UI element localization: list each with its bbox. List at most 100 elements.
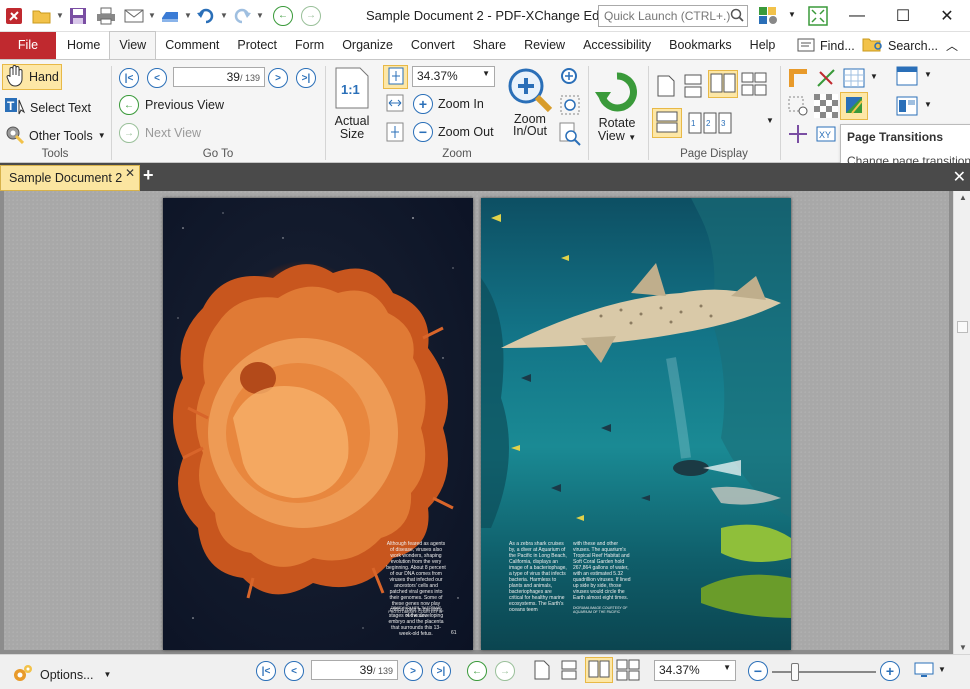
status-zoom-out-button[interactable]: −	[748, 661, 768, 681]
split-view-button[interactable]	[652, 108, 682, 138]
tab-review[interactable]: Review	[515, 32, 574, 59]
chevron-down-icon[interactable]: ▼	[256, 11, 264, 20]
tab-convert[interactable]: Convert	[402, 32, 464, 59]
marquee-zoom-button[interactable]	[559, 94, 581, 119]
page-layout-small-1[interactable]: 1 2 3	[688, 112, 732, 137]
maximize-button[interactable]: ☐	[880, 0, 926, 32]
crosshair-button[interactable]	[788, 124, 808, 147]
other-tools-button[interactable]: Other Tools ▼	[4, 124, 106, 147]
last-page-button[interactable]: >|	[296, 68, 316, 88]
status-zoom-in-button[interactable]: +	[880, 661, 900, 681]
scrollbar-thumb[interactable]	[957, 321, 968, 333]
single-page-button[interactable]	[534, 660, 550, 683]
guides-button[interactable]	[788, 96, 808, 119]
chevron-down-icon[interactable]: ▼	[148, 11, 156, 20]
zoom-in-button[interactable]: + Zoom In	[413, 94, 484, 114]
new-tab-icon[interactable]: +	[143, 165, 154, 186]
tab-comment[interactable]: Comment	[156, 32, 228, 59]
chevron-down-icon[interactable]: ▼	[924, 70, 932, 79]
pdf-page-right[interactable]: As a zebra shark cruises by, a diver at …	[481, 198, 791, 650]
coordinates-button[interactable]: XY	[816, 124, 836, 147]
chevron-down-icon[interactable]: ▼	[220, 11, 228, 20]
select-text-button[interactable]: T Select Text	[4, 96, 91, 119]
previous-page-button[interactable]: <	[284, 661, 304, 681]
find-button[interactable]: Find...	[796, 32, 855, 59]
toolbars-button[interactable]	[896, 96, 918, 119]
next-page-button[interactable]: >	[403, 661, 423, 681]
measure-button[interactable]	[816, 68, 836, 91]
actual-size-button[interactable]: 1:1 Actual Size	[334, 66, 370, 141]
tab-view[interactable]: View	[109, 31, 157, 59]
document-view[interactable]: Although feared as agents of disease, vi…	[0, 191, 953, 654]
collapse-ribbon-icon[interactable]: ︿	[946, 32, 958, 59]
tab-protect[interactable]: Protect	[228, 32, 286, 59]
continuous-page-button[interactable]	[560, 660, 578, 683]
search-button[interactable]: Search...	[862, 32, 938, 59]
rulers-button[interactable]	[788, 68, 808, 91]
save-icon[interactable]	[67, 5, 89, 27]
previous-view-button[interactable]: ← Previous View	[119, 95, 224, 115]
forward-arrow-icon[interactable]: →	[300, 5, 322, 27]
zoom-in-out-button[interactable]: Zoom In/Out	[506, 66, 554, 137]
view-mode-button[interactable]	[914, 662, 934, 681]
first-page-button[interactable]: |<	[119, 68, 139, 88]
next-view-button[interactable]: →	[495, 661, 515, 681]
undo-icon[interactable]	[195, 5, 217, 27]
next-view-button[interactable]: → Next View	[119, 123, 201, 143]
last-page-button[interactable]: >|	[431, 661, 451, 681]
tab-file[interactable]: File	[0, 32, 56, 59]
options-button[interactable]: Options... ▼	[12, 663, 111, 686]
continuous-facing-button[interactable]	[616, 659, 640, 684]
zoom-slider-knob[interactable]	[791, 663, 800, 681]
close-button[interactable]: ✕	[924, 0, 970, 32]
fullscreen-icon[interactable]	[808, 6, 828, 29]
first-page-button[interactable]: |<	[256, 661, 276, 681]
single-page-button[interactable]	[656, 74, 676, 101]
facing-page-button[interactable]	[585, 657, 613, 683]
rotate-view-button[interactable]: Rotate View ▼	[594, 70, 640, 144]
back-arrow-icon[interactable]: ←	[272, 5, 294, 27]
chevron-down-icon[interactable]: ▼	[938, 665, 946, 674]
transparency-grid-button[interactable]	[814, 94, 838, 121]
continuous-page-button[interactable]	[682, 74, 704, 101]
fit-page-button[interactable]	[383, 65, 408, 89]
document-tab[interactable]: Sample Document 2 ✕	[0, 165, 140, 191]
hand-tool-button[interactable]: Hand	[2, 64, 62, 90]
tab-share[interactable]: Share	[464, 32, 515, 59]
page-number-input[interactable]: 39/ 139	[173, 67, 265, 87]
redo-icon[interactable]	[231, 5, 253, 27]
chevron-down-icon[interactable]: ▼	[788, 10, 796, 19]
tab-organize[interactable]: Organize	[333, 32, 402, 59]
dynamic-zoom-button[interactable]	[559, 66, 581, 91]
chevron-down-icon[interactable]: ▼	[766, 116, 774, 125]
chevron-down-icon[interactable]: ▼	[184, 11, 192, 20]
previous-view-button[interactable]: ←	[467, 661, 487, 681]
print-icon[interactable]	[95, 5, 117, 27]
tab-accessibility[interactable]: Accessibility	[574, 32, 660, 59]
zoom-slider[interactable]	[772, 663, 876, 681]
scroll-down-icon[interactable]: ▼	[959, 643, 967, 652]
status-page-number-input[interactable]: 39/ 139	[311, 660, 398, 680]
continuous-facing-button[interactable]	[741, 72, 767, 99]
chevron-down-icon[interactable]: ▼	[56, 11, 64, 20]
close-document-icon[interactable]: ✕	[953, 167, 966, 187]
fit-visible-button[interactable]	[386, 122, 404, 145]
vertical-scrollbar[interactable]: ▲ ▼	[953, 191, 970, 654]
page-transitions-button[interactable]	[840, 92, 868, 120]
zoom-level-select[interactable]: 34.37% ▼	[412, 66, 495, 87]
scroll-up-icon[interactable]: ▲	[959, 193, 967, 202]
close-tab-icon[interactable]: ✕	[125, 166, 135, 180]
chevron-down-icon[interactable]: ▼	[870, 72, 878, 81]
tab-help[interactable]: Help	[741, 32, 785, 59]
minimize-button[interactable]: —	[834, 0, 880, 32]
previous-page-button[interactable]: <	[147, 68, 167, 88]
tab-form[interactable]: Form	[286, 32, 333, 59]
email-icon[interactable]	[123, 5, 145, 27]
open-folder-icon[interactable]	[31, 5, 53, 27]
loupe-button[interactable]	[559, 122, 581, 149]
tab-bookmarks[interactable]: Bookmarks	[660, 32, 741, 59]
tab-home[interactable]: Home	[58, 32, 109, 59]
pdf-page-left[interactable]: Although feared as agents of disease, vi…	[163, 198, 473, 650]
scanner-icon[interactable]	[159, 5, 181, 27]
facing-page-button[interactable]	[708, 70, 738, 98]
